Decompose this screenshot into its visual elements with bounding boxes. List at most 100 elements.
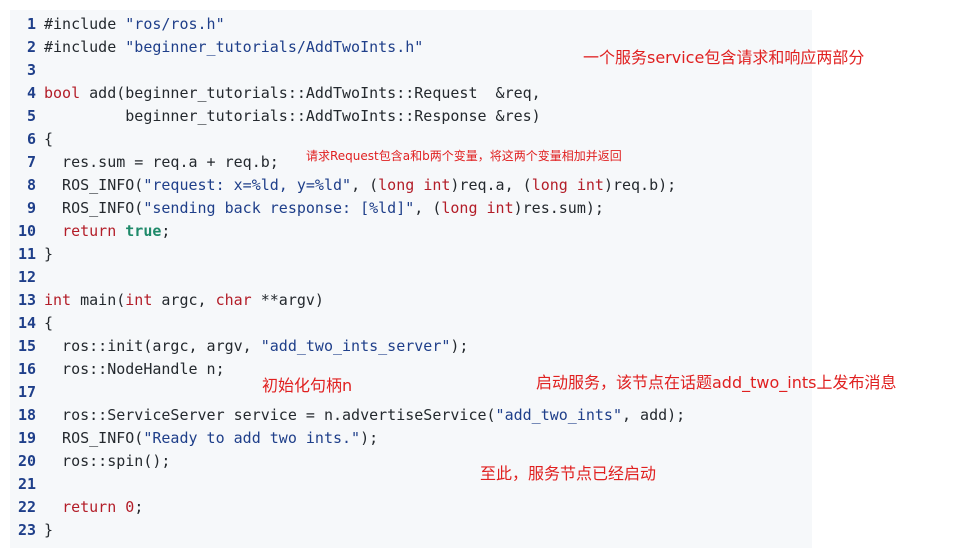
code-token: )req.a, ( <box>450 176 532 194</box>
line-number: 17 <box>17 383 36 401</box>
code-token: } <box>44 245 54 263</box>
code-line: 19 ROS_INFO("Ready to add two ints."); <box>10 427 378 450</box>
line-number: 11 <box>17 245 36 263</box>
code-token: int <box>125 291 153 309</box>
line-number: 14 <box>17 314 36 332</box>
code-line: 8 ROS_INFO("request: x=%ld, y=%ld", ( lon… <box>10 174 676 197</box>
line-number: 15 <box>17 337 36 355</box>
code-token: add(beginner_tutorials::AddTwoInts::Requ… <box>80 84 541 102</box>
code-token: ros::spin(); <box>44 452 171 470</box>
code-token: 0 <box>125 498 135 516</box>
code-line: 20 ros::spin(); <box>10 450 171 473</box>
code-token: #include <box>44 15 126 33</box>
line-number: 13 <box>17 291 36 309</box>
annotation-init-handle: 初始化句柄n <box>262 376 353 395</box>
code-token: { <box>44 314 54 332</box>
code-token: long <box>531 176 568 194</box>
code-token: int <box>576 176 604 194</box>
code-line: 10 return true; <box>10 220 171 243</box>
code-token: "add_two_ints_server" <box>260 337 451 355</box>
code-token: } <box>44 521 54 539</box>
code-panel: 1 #include "ros/ros.h" 2 #include "beginner… <box>10 10 812 548</box>
line-number: 20 <box>17 452 36 470</box>
code-line: 2 #include "beginner_tutorials/AddTwoInts… <box>10 36 423 59</box>
code-token: , ( <box>414 199 442 217</box>
line-number: 22 <box>17 498 36 516</box>
line-number: 8 <box>26 176 36 194</box>
line-number: 3 <box>26 61 36 79</box>
code-token: ROS_INFO( <box>44 176 144 194</box>
line-number: 1 <box>26 15 36 33</box>
code-line: 14 { <box>10 312 53 335</box>
line-number: 12 <box>17 268 36 286</box>
code-line: 15 ros::init(argc, argv, "add_two_ints_s… <box>10 335 469 358</box>
line-number: 6 <box>26 130 36 148</box>
line-number: 18 <box>17 406 36 424</box>
line-number: 9 <box>26 199 36 217</box>
line-number: 7 <box>26 153 36 171</box>
code-token: ROS_INFO( <box>44 429 144 447</box>
code-token: "request: x=%ld, y=%ld" <box>143 176 352 194</box>
code-token: ); <box>360 429 379 447</box>
code-token: int <box>423 176 451 194</box>
code-token: )req.b); <box>603 176 677 194</box>
line-number: 2 <box>26 38 36 56</box>
code-token: { <box>44 130 54 148</box>
code-line: 1 #include "ros/ros.h" <box>10 13 225 36</box>
code-token: argc, <box>152 291 216 309</box>
code-token: "add_two_ints" <box>495 406 622 424</box>
code-token: int <box>486 199 514 217</box>
code-line: 13 int main(int argc, char **argv) <box>10 289 324 312</box>
code-token: ROS_INFO( <box>44 199 144 217</box>
code-token: **argv) <box>251 291 324 309</box>
line-number: 16 <box>17 360 36 378</box>
line-number: 23 <box>17 521 36 539</box>
annotation-request-vars: 请求Request包含a和b两个变量，将这两个变量相加并返回 <box>306 149 622 163</box>
code-line: 12 <box>10 266 44 289</box>
code-token: ; <box>161 222 171 240</box>
code-token: , add); <box>621 406 686 424</box>
code-line: 11} <box>10 243 53 266</box>
annotation-node-started: 至此，服务节点已经启动 <box>480 464 657 483</box>
code-token: ros::init(argc, argv, <box>44 337 261 355</box>
code-line: 4 bool add(beginner_tutorials::AddTwoInts… <box>10 82 541 105</box>
code-token: , ( <box>351 176 379 194</box>
code-token: )res.sum); <box>513 199 604 217</box>
code-token: ); <box>450 337 469 355</box>
code-token: #include <box>44 38 126 56</box>
code-token: "ros/ros.h" <box>125 15 225 33</box>
line-number: 4 <box>26 84 36 102</box>
annotation-service-parts: 一个服务service包含请求和响应两部分 <box>583 48 865 67</box>
code-token: ros::NodeHandle n; <box>44 360 225 378</box>
code-line: 9 ROS_INFO("sending back response: [%ld]… <box>10 197 604 220</box>
code-line: 6{ <box>10 128 53 151</box>
code-token: ros::ServiceServer service = n.advertise… <box>44 406 496 424</box>
code-token: "sending back response: [%ld]" <box>143 199 415 217</box>
line-number: 19 <box>17 429 36 447</box>
line-number: 10 <box>17 222 36 240</box>
code-line: 5 beginner_tutorials::AddTwoInts::Respon… <box>10 105 541 128</box>
code-token: return <box>62 498 117 516</box>
code-token: int <box>44 291 72 309</box>
code-token: "Ready to add two ints." <box>143 429 361 447</box>
code-token: beginner_tutorials::AddTwoInts::Response… <box>44 107 541 125</box>
code-line: 18 ros::ServiceServer service = n.advert… <box>10 404 685 427</box>
code-line: 3 <box>10 59 44 82</box>
code-line: 16 ros::NodeHandle n; <box>10 358 225 381</box>
line-number: 21 <box>17 475 36 493</box>
code-token: bool <box>44 84 81 102</box>
line-number: 5 <box>26 107 36 125</box>
code-token: char <box>215 291 252 309</box>
code-token: long <box>441 199 478 217</box>
annotation-start-service: 启动服务，该节点在话题add_two_ints上发布消息 <box>536 373 897 392</box>
code-line: 17 <box>10 381 44 404</box>
code-token: main( <box>71 291 126 309</box>
code-line: 22 return 0; <box>10 496 143 519</box>
code-token: return <box>62 222 117 240</box>
